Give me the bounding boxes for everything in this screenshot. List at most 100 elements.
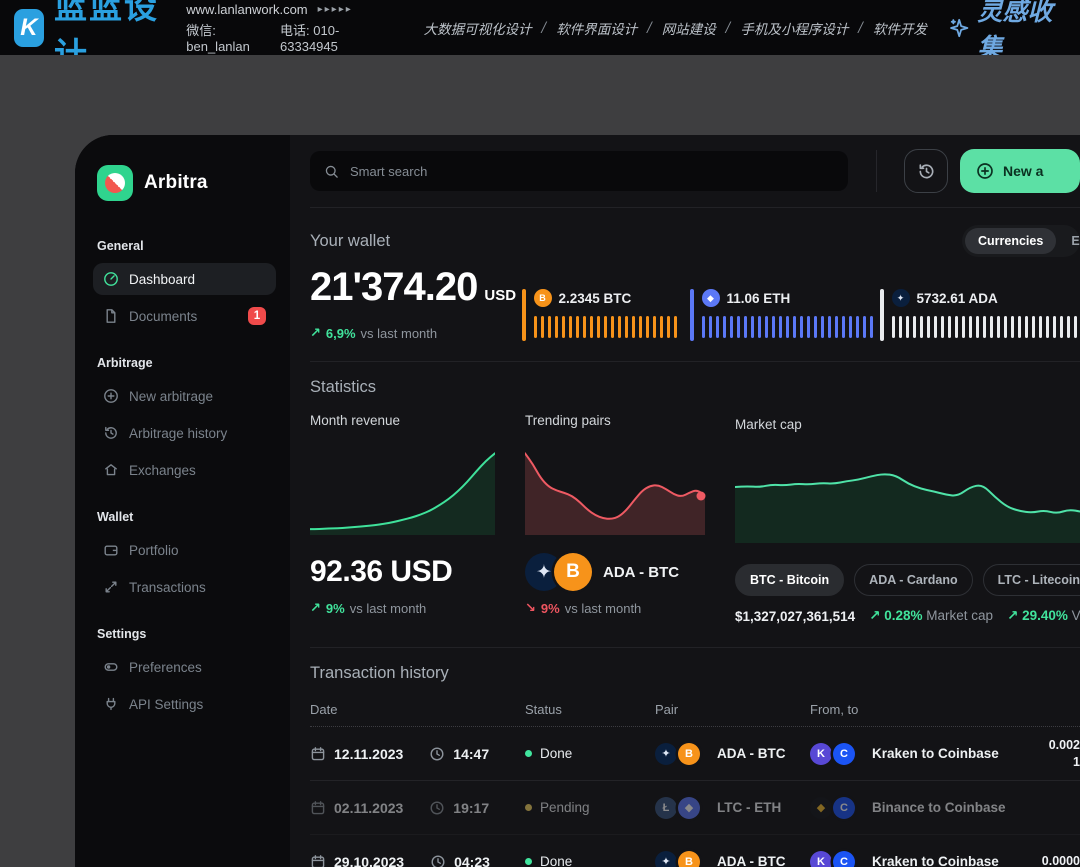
sidebar-item-transactions[interactable]: Transactions: [93, 571, 276, 603]
notification-badge: 1: [248, 307, 266, 325]
sidebar-item-label: API Settings: [129, 697, 203, 712]
search-input[interactable]: [348, 163, 834, 180]
service-separator: /: [647, 20, 652, 36]
eth-icon: ◆: [702, 289, 720, 307]
tx-date: 12.11.2023: [334, 746, 403, 762]
plus-circle-icon: [103, 388, 119, 404]
site-url[interactable]: www.lanlanwork.com: [186, 2, 307, 17]
wallet-icon: [103, 542, 119, 558]
cap-change-arrow: ↗: [869, 608, 880, 623]
nav-section-label: Arbitrage: [97, 356, 272, 370]
pair-pill-btc[interactable]: BTC - Bitcoin: [735, 564, 844, 596]
cap-change-value: 0.28%: [884, 608, 922, 623]
sidebar-item-documents[interactable]: Documents1: [93, 300, 276, 332]
status-badge: Done: [540, 746, 572, 761]
inspiration-collect[interactable]: 灵感收集: [949, 0, 1056, 64]
page-background: Arbitra General Dashboard Documents1 Arbitr…: [0, 55, 1080, 867]
statistics-title: Statistics: [310, 378, 1080, 397]
sidebar-item-api-settings[interactable]: API Settings: [93, 688, 276, 720]
coinbase-icon: C: [833, 851, 855, 867]
btc-icon: B: [678, 851, 700, 867]
pair-pill-ltc[interactable]: LTC - Litecoin: [983, 564, 1080, 596]
tx-pair: ADA - BTC: [717, 854, 786, 867]
month-change-value: 9%: [326, 601, 345, 616]
cap-change-label: Market cap: [926, 608, 993, 623]
holding-label: 2.2345 BTC: [559, 291, 632, 306]
sidebar-item-portfolio[interactable]: Portfolio: [93, 534, 276, 566]
tx-date: 29.10.2023: [334, 854, 404, 867]
sidebar-item-exchanges[interactable]: Exchanges: [93, 454, 276, 486]
sidebar-item-label: Preferences: [129, 660, 202, 675]
holding-divider: [880, 289, 884, 341]
sidebar-item-arbitrage-history[interactable]: Arbitrage history: [93, 417, 276, 449]
trending-change-arrow: ↘: [525, 600, 536, 616]
services-list: 大数据可视化设计/软件界面设计/网站建设/手机及小程序设计/软件开发: [424, 18, 927, 38]
nav-section-label: Wallet: [97, 510, 272, 524]
bank-icon: [103, 462, 119, 478]
table-row[interactable]: 02.11.202319:17PendingŁ◆LTC - ETH◆CBinan…: [310, 781, 1080, 835]
vol-change-value: 29.40%: [1022, 608, 1068, 623]
nav-section-label: General: [97, 239, 272, 253]
coinbase-icon: C: [833, 743, 855, 765]
holding-divider: [690, 289, 694, 341]
file-icon: [103, 308, 119, 324]
sidebar: Arbitra General Dashboard Documents1 Arbitr…: [75, 135, 290, 867]
trending-pair-name: ADA - BTC: [603, 564, 679, 581]
month-change-suffix: vs last month: [350, 601, 427, 616]
topbar-divider: [876, 150, 877, 192]
service-item: 软件开发: [873, 18, 927, 38]
month-change-arrow: ↗: [310, 600, 321, 616]
phone-contact: 电话: 010-63334945: [280, 20, 372, 54]
wallet-tab-exchanges[interactable]: Exchanges: [1058, 228, 1080, 254]
history-button[interactable]: [904, 149, 948, 193]
tx-route: Kraken to Coinbase: [872, 854, 999, 867]
table-row[interactable]: 12.11.202314:47Done✦BADA - BTCKCKraken t…: [310, 727, 1080, 781]
status-badge: Pending: [540, 800, 590, 815]
sidebar-item-label: Arbitrage history: [129, 426, 227, 441]
pair-pill-ada[interactable]: ADA - Cardano: [854, 564, 972, 596]
table-header: DateStatusPairFrom, to: [310, 697, 1080, 727]
trending-change-suffix: vs last month: [565, 601, 642, 616]
holding-label: 11.06 ETH: [727, 291, 791, 306]
tx-route: Kraken to Coinbase: [872, 746, 999, 761]
toggle-icon: [103, 659, 119, 675]
sparkle-icon: [949, 15, 969, 41]
holding-eth: ◆ 11.06 ETH: [690, 289, 880, 341]
ada-icon: ✦: [892, 289, 910, 307]
app-name: Arbitra: [144, 172, 208, 194]
sidebar-nav: GeneralDashboardDocuments1ArbitrageNew a…: [97, 239, 272, 720]
eth-icon: ◆: [678, 797, 700, 819]
holdings-strip: B2.2345 BTC◆11.06 ETH✦5732.61 ADA: [522, 265, 1080, 341]
new-arbitrage-button[interactable]: New a: [960, 149, 1080, 193]
status-dot: [525, 804, 532, 811]
month-revenue-value: 92.36 USD: [310, 555, 452, 589]
column-header: Status: [525, 702, 655, 717]
chart-end-dot: [697, 491, 706, 500]
sidebar-item-preferences[interactable]: Preferences: [93, 651, 276, 683]
app-brand[interactable]: Arbitra: [97, 165, 272, 201]
clock-icon: [430, 854, 446, 867]
sidebar-item-label: Exchanges: [129, 463, 196, 478]
vol-change-label: Volume (24: [1072, 608, 1080, 623]
plus-circle-icon: [976, 162, 994, 180]
month-revenue-label: Month revenue: [310, 413, 495, 433]
status-dot: [525, 858, 532, 865]
tx-time: 14:47: [453, 746, 489, 762]
wallet-tab-currencies[interactable]: Currencies: [965, 228, 1056, 254]
sidebar-item-dashboard[interactable]: Dashboard: [93, 263, 276, 295]
sidebar-item-label: Dashboard: [129, 272, 195, 287]
table-row[interactable]: 29.10.202304:23Done✦BADA - BTCKCKraken t…: [310, 835, 1080, 867]
collect-label: 灵感收集: [977, 0, 1056, 64]
sidebar-item-new-arbitrage[interactable]: New arbitrage: [93, 380, 276, 412]
ada-icon: ✦: [655, 851, 677, 867]
service-separator: /: [858, 20, 863, 36]
search-box[interactable]: [310, 151, 848, 191]
trending-pairs-label: Trending pairs: [525, 413, 705, 433]
plug-icon: [103, 696, 119, 712]
month-revenue-chart: [310, 449, 495, 535]
tx-pair: LTC - ETH: [717, 800, 781, 815]
status-dot: [525, 750, 532, 757]
column-header: Date: [310, 702, 525, 717]
holding-divider: [522, 289, 526, 341]
topbar: New a: [310, 135, 1080, 208]
